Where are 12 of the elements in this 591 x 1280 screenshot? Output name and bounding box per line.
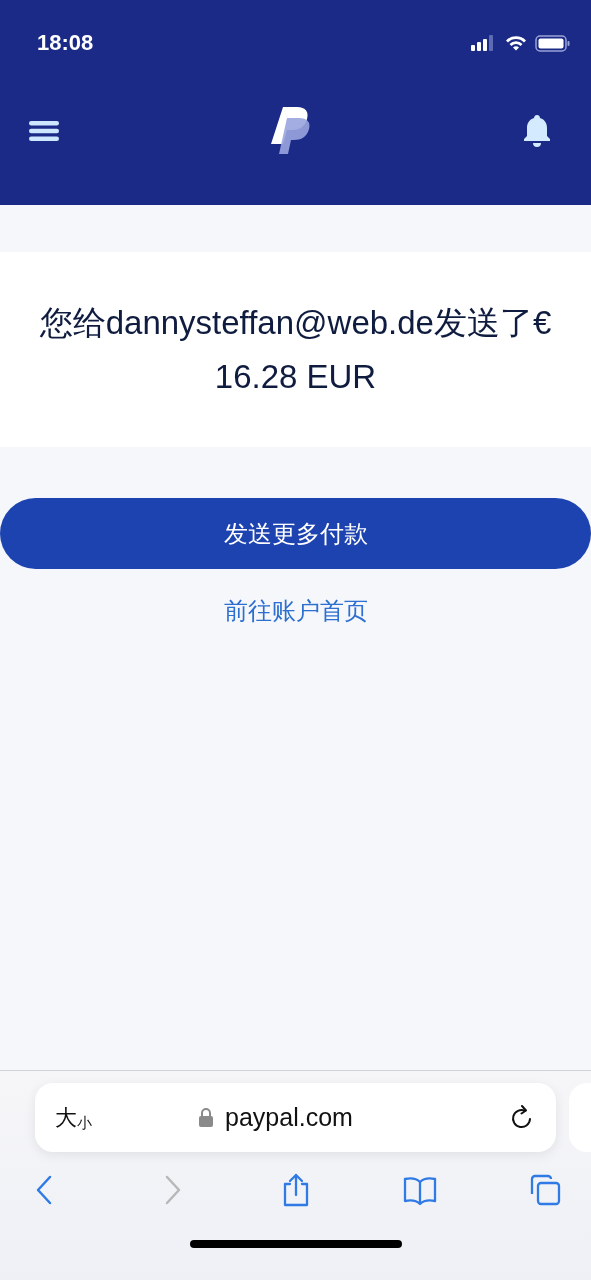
reload-icon[interactable] [510,1104,534,1131]
wifi-icon [505,35,527,51]
lock-icon [199,1108,214,1127]
confirmation-message: 您给dannysteffan@web.de发送了€ 16.28 EUR [38,302,553,397]
menu-icon[interactable] [29,119,59,142]
battery-icon [535,34,571,52]
account-home-link[interactable]: 前往账户首页 [223,595,368,627]
bell-icon[interactable] [523,114,551,147]
logo-icon [271,106,311,155]
send-more-button[interactable]: 发送更多付款 [0,498,591,569]
status-time: 18:08 [37,30,94,56]
url-text: paypal.com [225,1103,353,1132]
